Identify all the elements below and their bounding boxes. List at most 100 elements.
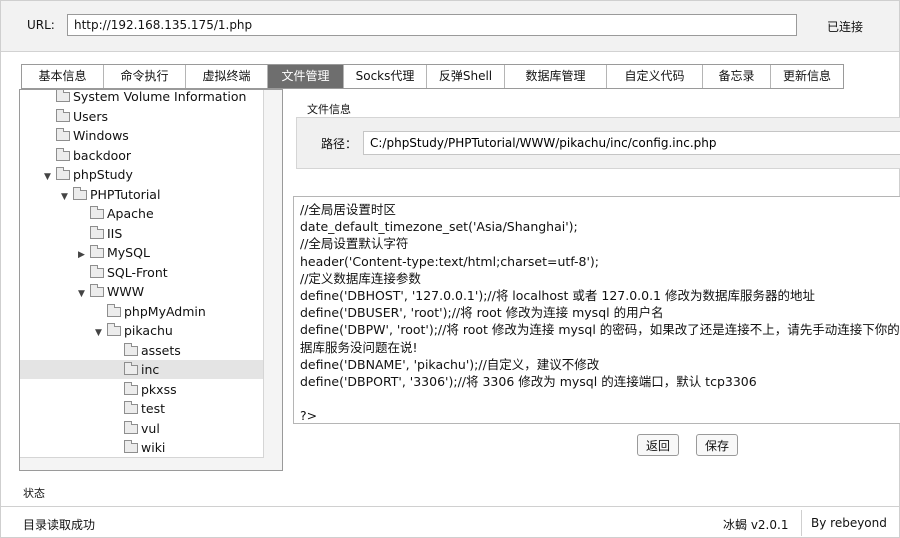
url-label: URL: xyxy=(27,18,55,32)
main-tabs: 基本信息 命令执行 虚拟终端 文件管理 Socks代理 反弹Shell 数据库管理 自定义代码… xyxy=(21,64,844,89)
tree-node-label: pkxss xyxy=(141,381,177,397)
status-bar-divider xyxy=(801,510,802,536)
folder-icon xyxy=(56,147,70,161)
tab-3[interactable]: 文件管理 xyxy=(268,65,344,88)
code-line: define('DBPW', 'root');//将 root 修改为连接 my… xyxy=(300,322,900,338)
tree-node[interactable]: ▼ phpStudy xyxy=(20,165,264,184)
code-line: header('Content-type:text/html;charset=u… xyxy=(300,253,599,269)
tree-node-label: IIS xyxy=(107,225,123,241)
tree-node-label: vul xyxy=(141,420,160,436)
tree-node[interactable]: wiki xyxy=(20,438,264,457)
tree-node[interactable]: phpMyAdmin xyxy=(20,302,264,321)
tree-node-label: MySQL xyxy=(107,245,150,260)
tree-horizontal-scrollbar[interactable] xyxy=(20,457,264,470)
url-toolbar: URL: 已连接 xyxy=(1,1,899,52)
folder-icon xyxy=(56,90,70,102)
tree-node-label: WWW xyxy=(107,284,145,299)
tree-vertical-scrollbar[interactable] xyxy=(263,90,282,470)
tree-node-label: phpStudy xyxy=(73,167,133,182)
folder-icon xyxy=(124,342,138,356)
tree-node[interactable]: ▼ WWW xyxy=(20,282,264,301)
folder-icon xyxy=(90,245,104,258)
folder-icon xyxy=(124,440,138,453)
back-button[interactable]: 返回 xyxy=(637,434,679,456)
url-input[interactable] xyxy=(67,14,797,36)
file-tree: System Volume Information Users Windows bac… xyxy=(19,89,283,471)
tree-node-label: test xyxy=(141,401,166,416)
status-divider xyxy=(1,506,899,507)
path-label: 路径： xyxy=(321,137,358,151)
folder-icon xyxy=(56,167,70,180)
tree-node[interactable]: Windows xyxy=(20,126,264,145)
folder-icon xyxy=(90,284,104,297)
folder-icon xyxy=(124,420,138,434)
tree-node-label: SQL-Front xyxy=(107,264,168,280)
code-line: //全局设置默认字符 xyxy=(300,236,409,252)
tree-node-label: pikachu xyxy=(124,323,173,338)
tree-node[interactable]: ▼ pikachu xyxy=(20,321,264,340)
app-window: URL: 已连接 基本信息命令执行虚拟终端文件管理Socks代理反弹Shell数… xyxy=(0,0,900,538)
code-line: define('DBUSER', 'root');//将 root 修改为连接 … xyxy=(300,305,664,321)
tree-node[interactable]: backdoor xyxy=(20,146,264,165)
tab-9[interactable]: 更新信息 xyxy=(771,65,843,88)
folder-icon xyxy=(56,128,70,141)
folder-icon xyxy=(107,323,121,336)
tree-node[interactable]: assets xyxy=(20,341,264,360)
tree-node[interactable]: inc xyxy=(20,360,264,379)
connection-status: 已连接 xyxy=(827,20,864,34)
code-line: define('DBNAME', 'pikachu');//自定义，建议不修改 xyxy=(300,356,600,372)
save-button[interactable]: 保存 xyxy=(696,434,738,456)
tree-node[interactable]: Apache xyxy=(20,204,264,223)
status-message: 目录读取成功 xyxy=(23,518,96,532)
path-panel: 路径： xyxy=(296,117,900,169)
tab-7[interactable]: 自定义代码 xyxy=(607,65,703,88)
tree-node[interactable]: pkxss xyxy=(20,380,264,399)
folder-icon xyxy=(90,264,104,278)
tab-2[interactable]: 虚拟终端 xyxy=(186,65,268,88)
tab-8[interactable]: 备忘录 xyxy=(703,65,771,88)
tree-node[interactable]: test xyxy=(20,399,264,418)
tree-node-label: phpMyAdmin xyxy=(124,303,206,319)
tree-node-label: System Volume Information xyxy=(73,89,247,104)
code-line: ?> xyxy=(300,408,318,424)
folder-icon xyxy=(56,108,70,122)
tab-4[interactable]: Socks代理 xyxy=(344,65,427,88)
tree-node-label: wiki xyxy=(141,440,166,455)
folder-icon xyxy=(124,401,138,414)
author-label: By rebeyond xyxy=(811,516,887,530)
tree-node-label: Windows xyxy=(73,128,129,143)
tab-6[interactable]: 数据库管理 xyxy=(505,65,607,88)
tree-node[interactable]: SQL-Front xyxy=(20,263,264,282)
folder-icon xyxy=(90,225,104,239)
tree-node[interactable]: Users xyxy=(20,107,264,126)
code-line: 据库服务没问题在说! xyxy=(300,339,418,355)
code-line: define('DBHOST', '127.0.0.1');//将 localh… xyxy=(300,288,815,303)
tree-node-label: backdoor xyxy=(73,147,132,163)
tree-node[interactable]: IIS xyxy=(20,224,264,243)
path-input[interactable] xyxy=(363,131,900,155)
code-line: date_default_timezone_set('Asia/Shanghai… xyxy=(300,219,578,235)
file-info-label: 文件信息 xyxy=(307,103,351,116)
code-line: //全局居设置时区 xyxy=(300,202,396,217)
version-label: 冰蝎 v2.0.1 xyxy=(723,518,789,532)
code-line: define('DBPORT', '3306');//将 3306 修改为 my… xyxy=(300,374,757,389)
tab-0[interactable]: 基本信息 xyxy=(22,65,104,88)
tab-5[interactable]: 反弹Shell xyxy=(427,65,505,88)
tree-node[interactable]: vul xyxy=(20,419,264,438)
folder-icon xyxy=(107,303,121,317)
tree-node-label: PHPTutorial xyxy=(90,186,161,202)
tab-1[interactable]: 命令执行 xyxy=(104,65,186,88)
folder-icon xyxy=(124,381,138,395)
tree-node[interactable]: ▶ MySQL xyxy=(20,243,264,262)
tree-node-label: Apache xyxy=(107,206,154,221)
tree-node-label: Users xyxy=(73,108,109,124)
tree-node-label: inc xyxy=(141,362,160,377)
folder-icon xyxy=(73,186,87,200)
status-section-label: 状态 xyxy=(23,487,45,500)
folder-icon xyxy=(124,362,138,375)
tree-node[interactable]: System Volume Information xyxy=(20,89,264,106)
code-line: //定义数据库连接参数 xyxy=(300,270,421,286)
folder-icon xyxy=(90,206,104,219)
tree-node[interactable]: ▼ PHPTutorial xyxy=(20,185,264,204)
code-editor[interactable]: //全局居设置时区 date_default_timezone_set('Asia… xyxy=(293,196,900,424)
